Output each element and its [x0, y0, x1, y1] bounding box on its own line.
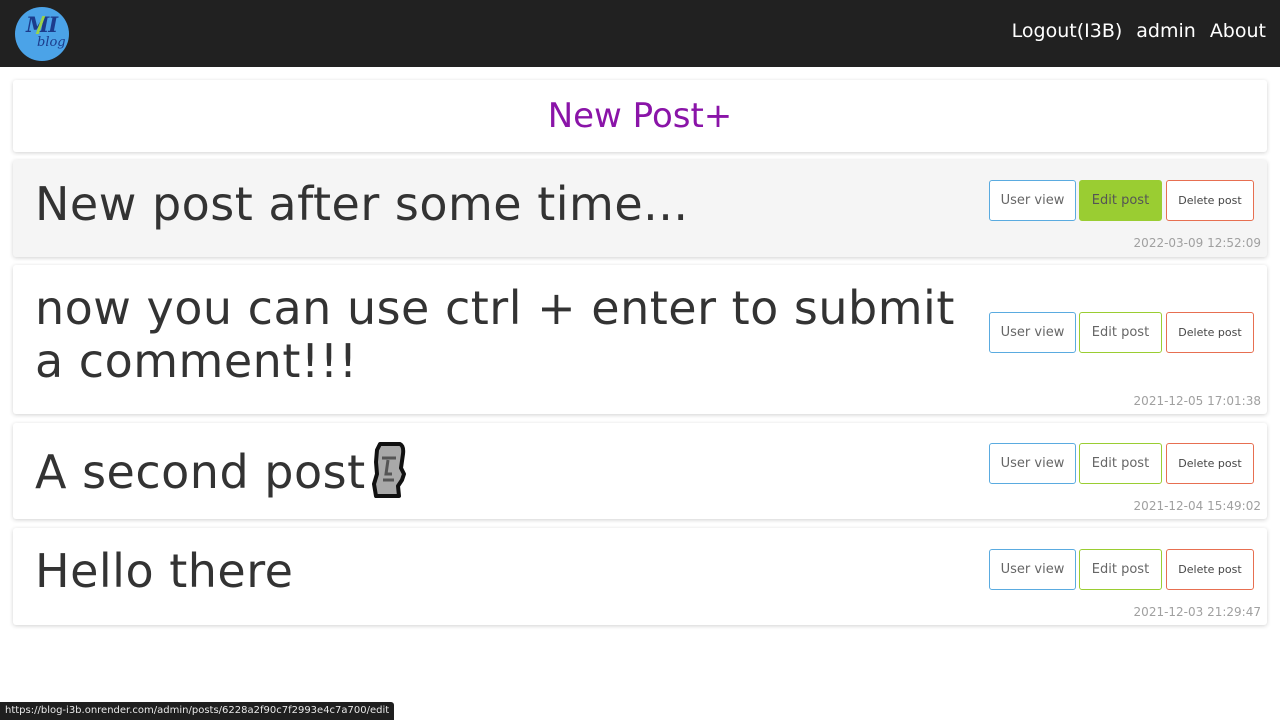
- post-card: now you can use ctrl + enter to submit a…: [13, 265, 1267, 414]
- user-view-button[interactable]: User view: [989, 443, 1076, 484]
- nav-link-logout[interactable]: Logout(I3B): [1012, 20, 1123, 42]
- post-card: A second post User view Edit post Delete…: [13, 423, 1267, 519]
- edit-post-button[interactable]: Edit post: [1079, 443, 1162, 484]
- post-card: New post after some time... User view Ed…: [13, 160, 1267, 257]
- nav-links: Logout(I3B) admin About: [1012, 20, 1266, 42]
- post-timestamp: 2021-12-04 15:49:02: [1133, 499, 1261, 513]
- delete-post-button[interactable]: Delete post: [1166, 180, 1254, 221]
- post-title[interactable]: now you can use ctrl + enter to submit a…: [35, 282, 955, 388]
- user-view-button[interactable]: User view: [989, 312, 1076, 353]
- post-timestamp: 2022-03-09 12:52:09: [1133, 236, 1261, 250]
- post-title-line: now you can use ctrl + enter to submit: [35, 281, 955, 335]
- post-title-text: A second post: [35, 445, 366, 499]
- edit-post-button[interactable]: Edit post: [1079, 312, 1162, 353]
- user-view-button[interactable]: User view: [989, 549, 1076, 590]
- post-title[interactable]: New post after some time...: [35, 178, 689, 231]
- logo-subtext: blog: [37, 35, 66, 50]
- post-timestamp: 2021-12-03 21:29:47: [1133, 605, 1261, 619]
- post-card: Hello there User view Edit post Delete p…: [13, 528, 1267, 625]
- post-timestamp: 2021-12-05 17:01:38: [1133, 394, 1261, 408]
- nav-link-admin[interactable]: admin: [1136, 20, 1196, 42]
- user-view-button[interactable]: User view: [989, 180, 1076, 221]
- navbar: MI blog Logout(I3B) admin About: [0, 0, 1280, 67]
- post-title[interactable]: Hello there: [35, 545, 293, 598]
- new-post-button[interactable]: New Post+: [13, 80, 1267, 152]
- delete-post-button[interactable]: Delete post: [1166, 549, 1254, 590]
- delete-post-button[interactable]: Delete post: [1166, 443, 1254, 484]
- edit-post-button[interactable]: Edit post: [1079, 549, 1162, 590]
- edit-post-button[interactable]: Edit post: [1079, 180, 1162, 221]
- nav-link-about[interactable]: About: [1210, 20, 1266, 42]
- delete-post-button[interactable]: Delete post: [1166, 312, 1254, 353]
- post-title[interactable]: A second post: [35, 440, 408, 511]
- link-preview-statusbar: https://blog-i3b.onrender.com/admin/post…: [0, 702, 395, 720]
- blog-logo[interactable]: MI blog: [15, 7, 69, 61]
- post-title-line: a comment!!!: [35, 334, 358, 388]
- moai-icon: [368, 440, 408, 511]
